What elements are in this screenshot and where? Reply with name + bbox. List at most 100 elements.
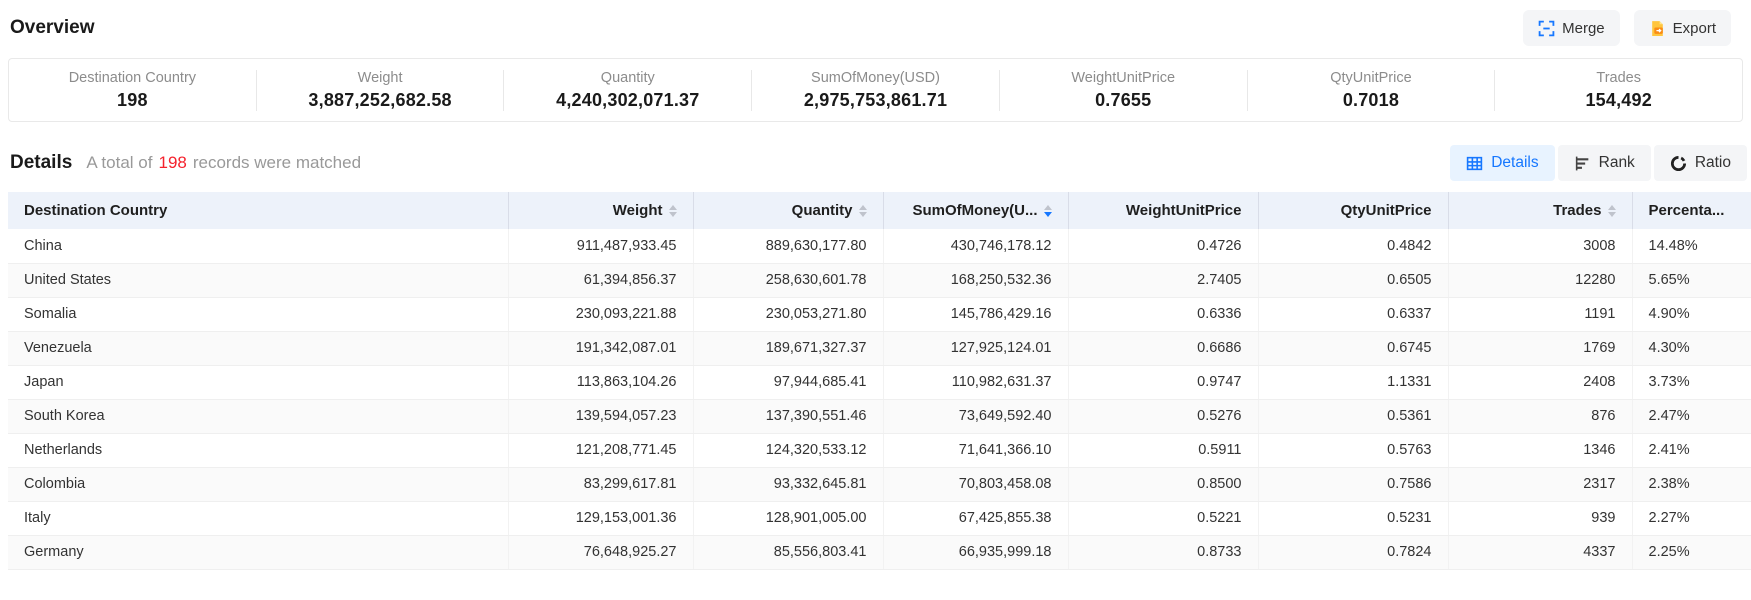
table-cell: 0.6336	[1068, 297, 1258, 331]
table-cell: 3.73%	[1632, 365, 1751, 399]
table-cell: 0.4726	[1068, 229, 1258, 263]
sort-asc-caret	[859, 205, 867, 210]
column-label: Quantity	[792, 202, 853, 219]
column-header-weight[interactable]: Weight	[508, 192, 693, 229]
table-row: Italy129,153,001.36128,901,005.0067,425,…	[8, 501, 1751, 535]
table-cell: 128,901,005.00	[693, 501, 883, 535]
table-cell: 0.6505	[1258, 263, 1448, 297]
export-button[interactable]: Export	[1634, 10, 1731, 46]
stat-label: Destination Country	[69, 70, 196, 86]
table-cell: South Korea	[8, 399, 508, 433]
page-title: Overview	[10, 17, 95, 39]
table-cell: Italy	[8, 501, 508, 535]
table-cell: 0.5221	[1068, 501, 1258, 535]
table-cell: 76,648,925.27	[508, 535, 693, 569]
stat-value: 198	[117, 90, 148, 111]
stat-value: 4,240,302,071.37	[556, 90, 699, 111]
table-cell: 14.48%	[1632, 229, 1751, 263]
stat-value: 0.7018	[1343, 90, 1399, 111]
column-header-trades[interactable]: Trades	[1448, 192, 1632, 229]
column-label: Weight	[613, 202, 663, 219]
table-cell: 2.7405	[1068, 263, 1258, 297]
table-cell: 0.8500	[1068, 467, 1258, 501]
match-suffix: records were matched	[193, 153, 361, 172]
table-cell: 230,093,221.88	[508, 297, 693, 331]
rank-view-button[interactable]: Rank	[1558, 145, 1651, 181]
table-cell: 3008	[1448, 229, 1632, 263]
sort-icon[interactable]	[1044, 205, 1052, 217]
overview-stats-card: Destination Country 198 Weight3,887,252,68…	[8, 58, 1743, 122]
table-cell: 121,208,771.45	[508, 433, 693, 467]
table-row: China911,487,933.45889,630,177.80430,746…	[8, 229, 1751, 263]
stat-label: Trades	[1596, 70, 1641, 86]
table-cell: 129,153,001.36	[508, 501, 693, 535]
table-row: Germany76,648,925.2785,556,803.4166,935,…	[8, 535, 1751, 569]
table-icon	[1466, 155, 1483, 172]
column-header-percenta: Percenta...	[1632, 192, 1751, 229]
table-cell: 0.8733	[1068, 535, 1258, 569]
table-cell: China	[8, 229, 508, 263]
ratio-view-button[interactable]: Ratio	[1654, 145, 1747, 181]
table-cell: 4.90%	[1632, 297, 1751, 331]
table-cell: 2.25%	[1632, 535, 1751, 569]
stat-label: QtyUnitPrice	[1330, 70, 1411, 86]
table-cell: 189,671,327.37	[693, 331, 883, 365]
table-cell: 0.6686	[1068, 331, 1258, 365]
merge-button[interactable]: Merge	[1523, 10, 1620, 46]
column-header-sumofmoney-u[interactable]: SumOfMoney(U...	[883, 192, 1068, 229]
table-cell: 2.27%	[1632, 501, 1751, 535]
ratio-view-label: Ratio	[1695, 154, 1731, 172]
table-cell: 85,556,803.41	[693, 535, 883, 569]
table-cell: 67,425,855.38	[883, 501, 1068, 535]
table-cell: Colombia	[8, 467, 508, 501]
table-cell: Netherlands	[8, 433, 508, 467]
details-heading: Details A total of198records were matche…	[10, 152, 361, 174]
sort-icon[interactable]	[859, 205, 867, 217]
stat-item: Weight3,887,252,682.58	[256, 70, 504, 111]
stat-item: SumOfMoney(USD)2,975,753,861.71	[751, 70, 999, 111]
details-view-button[interactable]: Details	[1450, 145, 1554, 181]
column-label: SumOfMoney(U...	[912, 202, 1037, 219]
bar-rank-icon	[1574, 155, 1591, 172]
table-cell: 0.9747	[1068, 365, 1258, 399]
sort-desc-caret	[669, 212, 677, 217]
table-cell: 911,487,933.45	[508, 229, 693, 263]
sort-icon[interactable]	[669, 205, 677, 217]
column-label: Destination Country	[24, 202, 167, 219]
column-header-quantity[interactable]: Quantity	[693, 192, 883, 229]
table-cell: 0.5276	[1068, 399, 1258, 433]
top-bar: Overview Merge Export	[0, 0, 1751, 46]
column-label: Trades	[1553, 202, 1601, 219]
export-button-label: Export	[1673, 20, 1716, 37]
sort-icon[interactable]	[1608, 205, 1616, 217]
details-title: Details	[10, 152, 72, 174]
table-row: Venezuela191,342,087.01189,671,327.37127…	[8, 331, 1751, 365]
table-cell: 73,649,592.40	[883, 399, 1068, 433]
stat-item: Destination Country 198	[9, 70, 256, 111]
table-cell: 5.65%	[1632, 263, 1751, 297]
stat-label: WeightUnitPrice	[1071, 70, 1175, 86]
table-cell: United States	[8, 263, 508, 297]
column-label: Percenta...	[1649, 202, 1725, 219]
table-cell: 1769	[1448, 331, 1632, 365]
table-cell: 430,746,178.12	[883, 229, 1068, 263]
stat-item: WeightUnitPrice 0.7655	[999, 70, 1247, 111]
table-cell: 0.7586	[1258, 467, 1448, 501]
stat-item: QtyUnitPrice 0.7018	[1247, 70, 1495, 111]
column-header-qtyunitprice: QtyUnitPrice	[1258, 192, 1448, 229]
rank-view-label: Rank	[1599, 154, 1635, 172]
table-cell: 113,863,104.26	[508, 365, 693, 399]
table-cell: 2.41%	[1632, 433, 1751, 467]
sort-desc-caret	[1044, 212, 1052, 217]
table-cell: 0.4842	[1258, 229, 1448, 263]
table-cell: 70,803,458.08	[883, 467, 1068, 501]
stat-item: Trades154,492	[1494, 70, 1742, 111]
table-row: Japan113,863,104.2697,944,685.41110,982,…	[8, 365, 1751, 399]
match-count: 198	[152, 153, 192, 172]
table-row: Somalia230,093,221.88230,053,271.80145,7…	[8, 297, 1751, 331]
details-table: Destination Country Weight Quantity SumOfMo…	[8, 192, 1751, 570]
table-cell: 0.6745	[1258, 331, 1448, 365]
table-row: Colombia83,299,617.8193,332,645.8170,803…	[8, 467, 1751, 501]
table-cell: 127,925,124.01	[883, 331, 1068, 365]
stat-value: 0.7655	[1095, 90, 1151, 111]
